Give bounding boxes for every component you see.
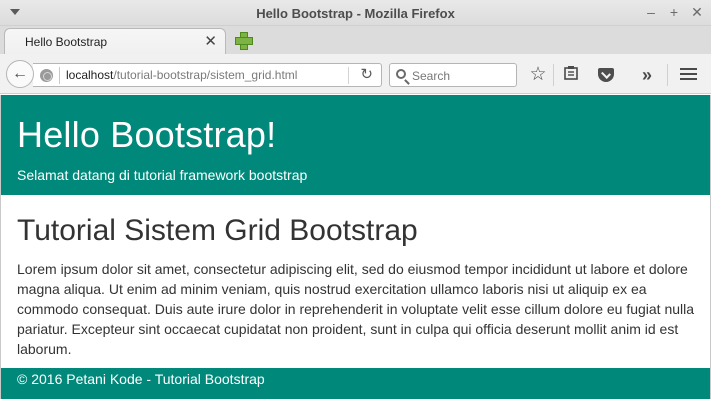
tab-strip: Hello Bootstrap ✕ <box>0 26 711 55</box>
search-input[interactable] <box>412 67 512 84</box>
section-body: Lorem ipsum dolor sit amet, consectetur … <box>17 261 695 357</box>
window-title: Hello Bootstrap - Mozilla Firefox <box>256 6 455 21</box>
close-window-button[interactable]: ✕ <box>689 4 705 20</box>
tab-label: Hello Bootstrap <box>25 35 108 49</box>
minimize-button[interactable]: – <box>643 4 659 20</box>
jumbotron-subtitle: Selamat datang di tutorial framework boo… <box>17 167 308 183</box>
overflow-chevron-icon[interactable]: » <box>637 65 657 85</box>
navigation-toolbar: localhost/tutorial-bootstrap/sistem_grid… <box>0 54 711 94</box>
reading-list-icon-svg <box>564 66 578 80</box>
reading-list-icon[interactable] <box>561 65 581 85</box>
new-tab-plus-icon[interactable] <box>234 31 253 50</box>
toolbar-divider <box>553 64 554 86</box>
site-identity-globe-icon[interactable] <box>40 69 53 82</box>
section-heading: Tutorial Sistem Grid Bootstrap <box>17 214 418 247</box>
tab-hello-bootstrap[interactable]: Hello Bootstrap ✕ <box>4 28 226 55</box>
urlbar-divider-right <box>348 67 349 84</box>
url-host: localhost <box>66 68 114 82</box>
menu-icon[interactable] <box>680 68 697 81</box>
back-button[interactable]: ← <box>6 60 34 88</box>
url-text[interactable]: localhost/tutorial-bootstrap/sistem_grid… <box>66 68 297 82</box>
bookmark-star-icon[interactable]: ☆ <box>528 65 548 85</box>
reload-icon[interactable]: ↻ <box>360 65 373 83</box>
page-viewport: Hello Bootstrap! Selamat datang di tutor… <box>0 95 711 399</box>
jumbotron-heading: Hello Bootstrap! <box>17 114 277 155</box>
footer-text: © 2016 Petani Kode - Tutorial Bootstrap <box>17 371 265 387</box>
url-bar[interactable]: localhost/tutorial-bootstrap/sistem_grid… <box>33 63 382 87</box>
search-box[interactable] <box>389 63 517 87</box>
toolbar-divider-2 <box>667 64 668 86</box>
url-path: /tutorial-bootstrap/sistem_grid.html <box>113 68 298 82</box>
jumbotron: Hello Bootstrap! Selamat datang di tutor… <box>1 95 710 195</box>
tab-close-icon[interactable]: ✕ <box>204 32 217 50</box>
window-titlebar: Hello Bootstrap - Mozilla Firefox – + ✕ <box>0 0 711 26</box>
maximize-button[interactable]: + <box>666 4 682 20</box>
page-footer: © 2016 Petani Kode - Tutorial Bootstrap <box>1 368 710 399</box>
pocket-icon[interactable] <box>598 68 614 82</box>
search-icon <box>396 69 406 79</box>
urlbar-divider <box>59 67 60 84</box>
